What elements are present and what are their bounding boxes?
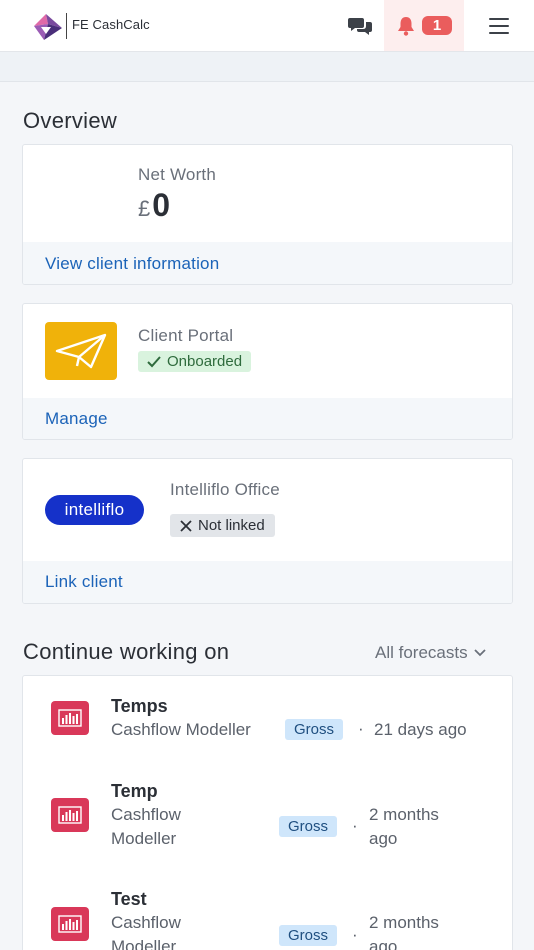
forecast-updated-time: 21 days ago	[374, 720, 467, 739]
forecast-updated-time-line1: 2 months	[369, 913, 439, 932]
view-client-information-link[interactable]: View client information	[45, 254, 219, 274]
notifications-button[interactable]: 1	[384, 0, 464, 51]
cashflow-chart-icon	[51, 701, 89, 735]
client-portal-card-footer: Manage	[23, 398, 512, 439]
brand-name: FE CashCalc	[72, 17, 150, 32]
forecast-title: Temp	[111, 781, 158, 801]
link-client-link[interactable]: Link client	[45, 572, 123, 592]
net-worth-label: Net Worth	[138, 165, 217, 184]
forecast-updated-time-line2: ago	[369, 937, 398, 950]
client-portal-card: Client Portal Onboarded Manage	[22, 303, 513, 440]
onboarded-status-text: Onboarded	[167, 353, 243, 370]
forecast-type-line2: Modeller	[111, 937, 177, 950]
sub-header-bar	[0, 52, 534, 82]
forecast-filter-dropdown[interactable]: All forecasts	[375, 643, 486, 663]
not-linked-status-text: Not linked	[198, 517, 265, 534]
close-x-icon	[180, 519, 192, 532]
chevron-down-icon	[473, 649, 486, 657]
forecast-list-item[interactable]: Test Cashflow Modeller Gross · 2 months …	[23, 881, 512, 950]
cashcalc-logo-icon[interactable]	[32, 12, 64, 42]
checkmark-icon	[147, 355, 161, 367]
hamburger-menu-icon	[489, 18, 509, 20]
intelliflo-card-footer: Link client	[23, 561, 512, 603]
intelliflo-office-label: Intelliflo Office	[170, 480, 280, 499]
cashflow-chart-icon	[51, 798, 89, 832]
hamburger-menu-button[interactable]	[484, 12, 514, 40]
paper-plane-icon	[55, 333, 107, 369]
forecast-list-item[interactable]: Temp Cashflow Modeller Gross · 2 months …	[23, 771, 512, 881]
messages-button[interactable]	[340, 10, 380, 42]
intelliflo-logo-text: intelliflo	[64, 500, 125, 519]
intelliflo-logo: intelliflo	[45, 495, 144, 525]
manage-link[interactable]: Manage	[45, 409, 108, 429]
bell-icon	[398, 16, 414, 36]
forecast-title: Temps	[111, 696, 168, 716]
client-portal-label: Client Portal	[138, 326, 234, 345]
cashflow-chart-icon	[51, 907, 89, 941]
forecast-title: Test	[111, 889, 147, 909]
forecast-list-item[interactable]: Temps Cashflow Modeller Gross · 21 days …	[23, 676, 512, 771]
continue-working-heading: Continue working on	[23, 639, 230, 664]
forecast-type: Cashflow Modeller	[111, 720, 251, 739]
chat-bubbles-icon	[348, 18, 372, 35]
onboarded-status-badge: Onboarded	[138, 351, 252, 372]
overview-heading: Overview	[23, 108, 118, 133]
net-worth-card: Net Worth £ 0 View client information	[22, 144, 513, 285]
logo-divider	[66, 13, 67, 39]
forecast-updated-time-line1: 2 months	[369, 805, 439, 824]
gross-tag: Gross	[279, 925, 338, 946]
gross-tag: Gross	[279, 816, 338, 837]
forecast-filter-label: All forecasts	[375, 643, 468, 662]
intelliflo-card: intelliflo Intelliflo Office Not linked …	[22, 458, 513, 604]
forecast-updated-time-line2: ago	[369, 829, 398, 848]
not-linked-status-badge: Not linked	[170, 514, 275, 537]
net-worth-card-footer: View client information	[23, 242, 512, 284]
recent-forecasts-card: Temps Cashflow Modeller Gross · 21 days …	[22, 675, 513, 950]
top-navigation-bar: FE CashCalc 1	[0, 0, 534, 52]
net-worth-value: £ 0	[138, 187, 170, 224]
notification-count-badge: 1	[422, 16, 452, 35]
client-portal-logo	[45, 322, 117, 380]
gross-tag: Gross	[285, 719, 344, 740]
forecast-type-line1: Cashflow	[111, 913, 181, 932]
net-worth-amount: 0	[152, 187, 171, 223]
currency-symbol: £	[138, 196, 151, 221]
forecast-type-line1: Cashflow	[111, 805, 181, 824]
forecast-type-line2: Modeller	[111, 829, 177, 848]
